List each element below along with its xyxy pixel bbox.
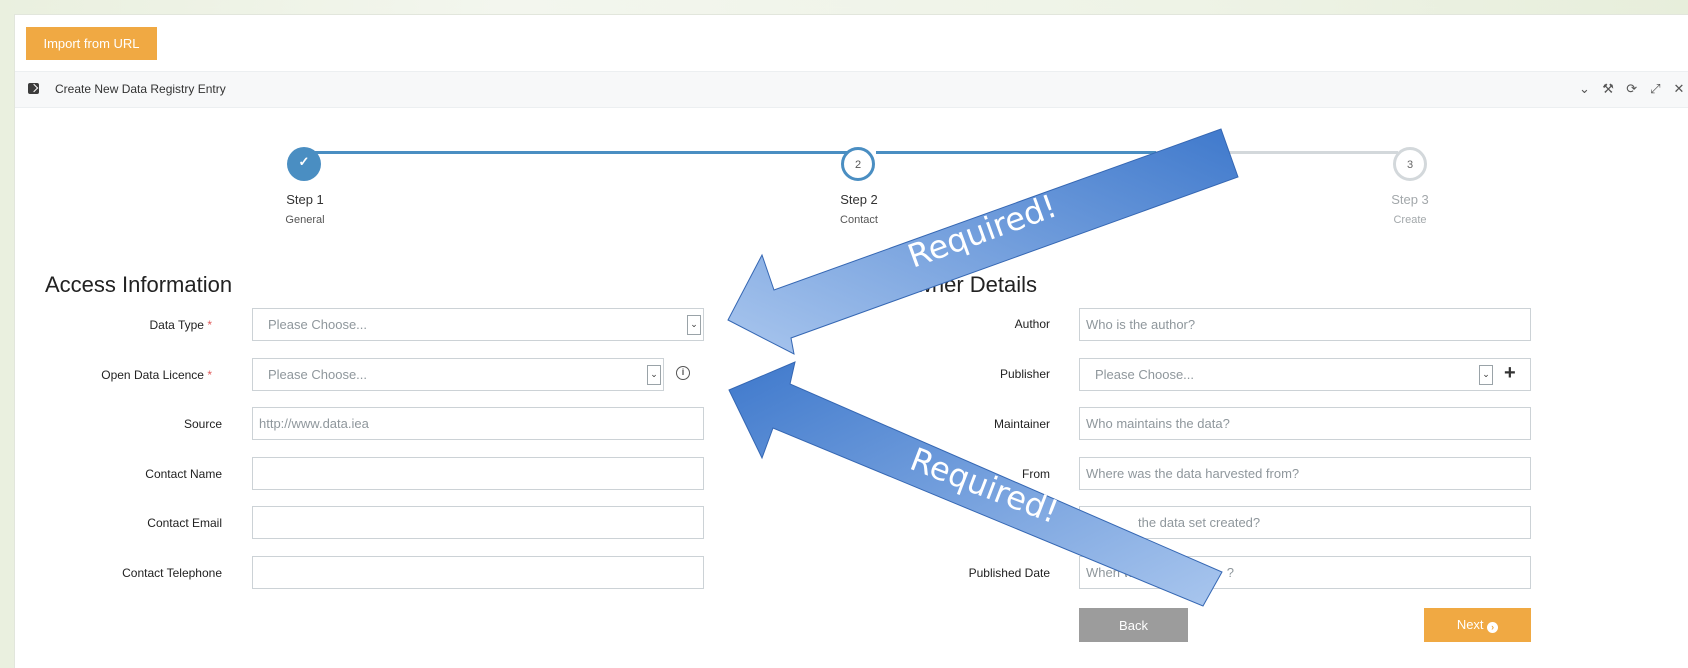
data-type-select[interactable]: Please Choose... [252,308,704,341]
publisher-label: Publisher [850,367,1050,381]
maintainer-input[interactable]: Who maintains the data? [1079,407,1531,440]
contact-telephone-input[interactable] [252,556,704,589]
back-button[interactable]: Back [1079,608,1188,642]
source-label: Source [22,417,222,431]
close-icon[interactable]: ✕ [1669,81,1688,97]
step-2-indicator[interactable]: 2 [841,147,875,181]
open-data-licence-select[interactable]: Please Choose... [252,358,664,391]
step-1-sub: General [255,214,355,226]
import-from-url-button[interactable]: Import from URL [26,27,157,60]
publisher-select[interactable]: Please Choose... [1079,358,1531,391]
access-information-heading: Access Information [45,272,232,298]
author-input[interactable]: Who is the author? [1079,308,1531,341]
window-titlebar: Create New Data Registry Entry ⌄ ⚒ ⟳ ⤢ ✕ [15,71,1688,108]
contact-email-label: Contact Email [22,516,222,530]
created-date-input[interactable]: the data set created? [1079,506,1531,539]
author-label: Author [850,317,1050,331]
info-icon[interactable]: i [676,366,690,380]
harvested-from-label: From [850,467,1050,481]
required-marker: * [207,368,212,382]
chevron-down-icon[interactable]: ⌄ [687,315,701,335]
chevron-down-icon[interactable]: ⌄ [647,365,661,385]
published-date-label: Published Date [850,566,1050,580]
step-1-label: Step 1 [255,192,355,207]
step-3-sub: Create [1360,214,1460,226]
check-icon: ✓ [299,154,310,169]
arrow-right-circle-icon: › [1487,622,1498,633]
owner-details-heading: wner Details [916,272,1037,298]
window-tools: ⌄ ⚒ ⟳ ⤢ ✕ [1575,81,1688,97]
step-2-label: Step 2 [809,192,909,207]
maintainer-label: Maintainer [850,417,1050,431]
contact-telephone-label: Contact Telephone [22,566,222,580]
published-date-input[interactable]: When was? [1079,556,1531,589]
data-type-label: Data Type * [12,318,212,332]
step-3-label: Step 3 [1360,192,1460,207]
next-button[interactable]: Next › [1424,608,1531,642]
created-date-label: Create [850,516,1050,530]
contact-email-input[interactable] [252,506,704,539]
required-marker: * [207,318,212,332]
open-data-licence-label: Open Data Licence * [12,368,212,382]
harvested-from-input[interactable]: Where was the data harvested from? [1079,457,1531,490]
step-2-sub: Contact [809,214,909,226]
refresh-icon[interactable]: ⟳ [1622,81,1642,97]
wrench-icon[interactable]: ⚒ [1598,81,1618,97]
window-title: Create New Data Registry Entry [55,82,226,96]
contact-name-label: Contact Name [22,467,222,481]
contact-name-input[interactable] [252,457,704,490]
step-3-indicator[interactable]: 3 [1393,147,1427,181]
wizard-track-active [876,151,1156,154]
add-publisher-plus-icon[interactable]: + [1504,362,1516,385]
source-input[interactable]: http://www.data.iea [252,407,704,440]
edit-window-icon [28,83,39,94]
wizard-track-pending [1156,151,1398,154]
expand-icon[interactable]: ⤢ [1645,81,1665,97]
collapse-icon[interactable]: ⌄ [1575,81,1595,97]
wizard-track-complete [307,151,862,154]
step-1-indicator[interactable]: ✓ [287,147,321,181]
chevron-down-icon[interactable]: ⌄ [1479,365,1493,385]
